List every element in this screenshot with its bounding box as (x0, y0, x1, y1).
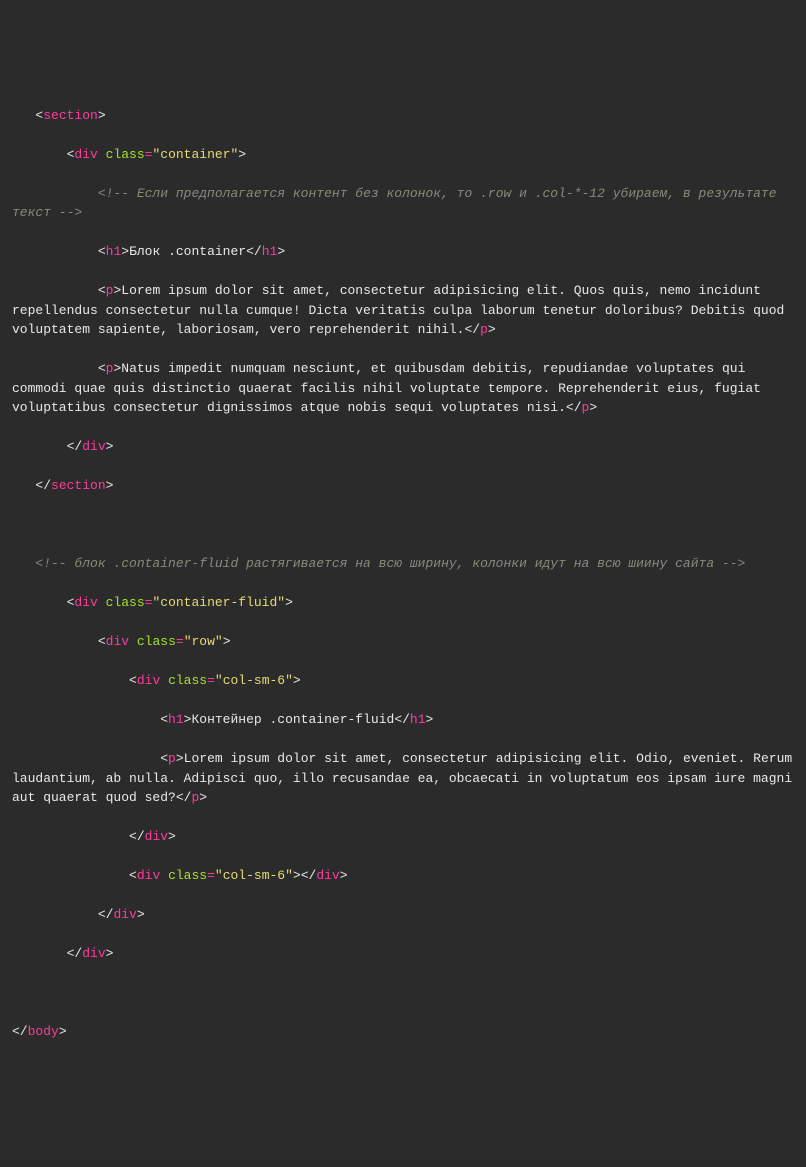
code-line: </div> (12, 437, 794, 457)
code-line: <p>Lorem ipsum dolor sit amet, consectet… (12, 281, 794, 340)
code-line: <!-- Если предполагается контент без кол… (12, 184, 794, 223)
code-line: </div> (12, 905, 794, 925)
code-line: </body> (12, 1022, 794, 1042)
code-editor-view[interactable]: <section> <div class="container"> <!-- Е… (12, 86, 794, 1061)
code-line: <h1>Контейнер .container-fluid</h1> (12, 710, 794, 730)
code-line: <div class="container-fluid"> (12, 593, 794, 613)
code-line: <div class="col-sm-6"></div> (12, 866, 794, 886)
code-line: </div> (12, 944, 794, 964)
code-line: <div class="row"> (12, 632, 794, 652)
code-line: <section> (12, 106, 794, 126)
code-line: <div class="container"> (12, 145, 794, 165)
code-line: </section> (12, 476, 794, 496)
code-line: <p>Lorem ipsum dolor sit amet, consectet… (12, 749, 794, 808)
code-line: </div> (12, 827, 794, 847)
code-line (12, 983, 794, 1003)
code-line: <div class="col-sm-6"> (12, 671, 794, 691)
code-line: <h1>Блок .container</h1> (12, 242, 794, 262)
code-line (12, 515, 794, 535)
code-line: <p>Natus impedit numquam nesciunt, et qu… (12, 359, 794, 418)
code-line: <!-- блок .container-fluid растягивается… (12, 554, 794, 574)
